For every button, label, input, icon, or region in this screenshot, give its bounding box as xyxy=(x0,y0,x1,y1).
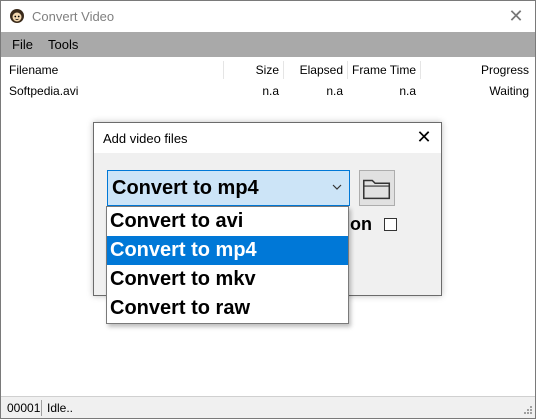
column-header-progress[interactable]: Progress xyxy=(424,59,529,81)
cell-filename: Softpedia.avi xyxy=(9,84,79,98)
dropdown-option-selected[interactable]: Convert to mp4 xyxy=(107,236,348,265)
title-bar[interactable]: Convert Video ✕ xyxy=(1,1,535,32)
column-header-size[interactable]: Size xyxy=(227,59,279,81)
cell-frame-time: n.a xyxy=(399,84,416,98)
app-icon xyxy=(10,9,24,23)
resize-grip-icon[interactable] xyxy=(521,405,533,417)
dialog-title-bar[interactable]: Add video files ✕ xyxy=(94,123,441,153)
window-title: Convert Video xyxy=(32,9,115,24)
status-count: 00001 xyxy=(7,401,41,415)
list-header: Filename Size Elapsed Frame Time Progres… xyxy=(1,59,535,82)
menu-bar: File Tools xyxy=(1,32,535,57)
column-header-elapsed[interactable]: Elapsed xyxy=(287,59,343,81)
column-divider[interactable] xyxy=(283,61,284,79)
format-dropdown-list: Convert to avi Convert to mp4 Convert to… xyxy=(106,206,349,324)
dropdown-option[interactable]: Convert to avi xyxy=(107,207,348,236)
column-header-frame-time[interactable]: Frame Time xyxy=(351,59,416,81)
status-text: Idle.. xyxy=(47,401,74,415)
selected-format: Convert to mp4 xyxy=(112,177,259,199)
menu-tools[interactable]: Tools xyxy=(46,32,80,57)
close-icon[interactable]: ✕ xyxy=(505,5,527,27)
conversion-format-select[interactable]: Convert to mp4 xyxy=(107,170,350,206)
status-divider xyxy=(41,400,42,416)
cell-elapsed: n.a xyxy=(326,84,343,98)
option-checkbox[interactable] xyxy=(384,218,397,231)
cell-size: n.a xyxy=(262,84,279,98)
dropdown-option[interactable]: Convert to raw xyxy=(107,294,348,323)
column-divider[interactable] xyxy=(223,61,224,79)
dropdown-option[interactable]: Convert to mkv xyxy=(107,265,348,294)
column-header-filename[interactable]: Filename xyxy=(9,59,58,81)
menu-file[interactable]: File xyxy=(10,32,35,57)
table-row[interactable]: Softpedia.avi n.a n.a n.a Waiting xyxy=(1,81,535,101)
folder-icon xyxy=(363,179,391,200)
option-checkbox-label: ion xyxy=(345,214,372,234)
dialog-title: Add video files xyxy=(103,131,188,146)
browse-folder-button[interactable] xyxy=(359,170,395,206)
close-icon[interactable]: ✕ xyxy=(413,126,435,148)
status-bar: 00001 Idle.. xyxy=(1,396,535,418)
chevron-down-icon xyxy=(332,184,342,190)
column-divider[interactable] xyxy=(347,61,348,79)
cell-progress: Waiting xyxy=(489,84,529,98)
column-divider[interactable] xyxy=(420,61,421,79)
